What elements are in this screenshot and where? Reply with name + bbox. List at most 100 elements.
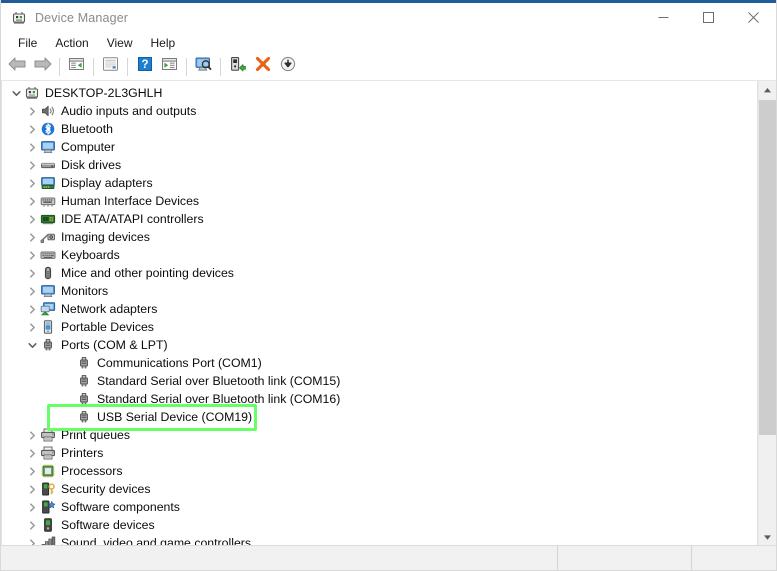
chevron-placeholder	[60, 408, 76, 426]
speaker-icon	[40, 103, 56, 119]
forward-arrow-icon	[33, 56, 52, 77]
tree-item-disk-drives[interactable]: Disk drives	[2, 156, 757, 174]
chevron-right-icon[interactable]	[24, 462, 40, 480]
menu-view[interactable]: View	[98, 34, 142, 52]
chevron-right-icon[interactable]	[24, 282, 40, 300]
vertical-scrollbar[interactable]	[758, 81, 776, 545]
tree-item-monitors[interactable]: Monitors	[2, 282, 757, 300]
chevron-right-icon[interactable]	[24, 444, 40, 462]
chevron-right-icon[interactable]	[24, 300, 40, 318]
tree-item-software-devices[interactable]: Software devices	[2, 516, 757, 534]
show-action-pane-button[interactable]	[157, 55, 182, 78]
bluetooth-icon	[40, 121, 56, 137]
tree-item-label: Printers	[61, 446, 104, 460]
tree-item-label: Computer	[61, 140, 115, 154]
menu-action[interactable]: Action	[46, 34, 97, 52]
tree-item-audio-inputs-and-outputs[interactable]: Audio inputs and outputs	[2, 102, 757, 120]
device-manager-window: Device Manager File Action View Help ? D…	[0, 0, 777, 571]
device-tree-pane[interactable]: DESKTOP-2L3GHLH Audio inputs and outputs B…	[1, 81, 758, 545]
tree-item-print-queues[interactable]: Print queues	[2, 426, 757, 444]
scroll-up-button[interactable]	[759, 81, 776, 98]
tree-item-keyboards[interactable]: Keyboards	[2, 246, 757, 264]
tree-item-usb-serial-device-com19[interactable]: USB Serial Device (COM19)	[2, 408, 757, 426]
port-icon	[76, 391, 92, 407]
chevron-right-icon[interactable]	[24, 192, 40, 210]
chevron-right-icon[interactable]	[24, 102, 40, 120]
chevron-right-icon[interactable]	[24, 246, 40, 264]
security-device-icon	[40, 481, 56, 497]
status-bar	[1, 545, 776, 570]
toolbar: ?	[1, 53, 776, 81]
uninstall-device-button[interactable]	[250, 55, 275, 78]
chevron-right-icon[interactable]	[24, 498, 40, 516]
tree-item-ide-ata-atapi-controllers[interactable]: IDE ATA/ATAPI controllers	[2, 210, 757, 228]
tree-item-sound-video-and-game-controllers[interactable]: Sound, video and game controllers	[2, 534, 757, 545]
menu-file[interactable]: File	[9, 34, 46, 52]
tree-item-software-components[interactable]: Software components	[2, 498, 757, 516]
chevron-right-icon[interactable]	[24, 210, 40, 228]
tree-item-communications-port-com1[interactable]: Communications Port (COM1)	[2, 354, 757, 372]
chevron-right-icon[interactable]	[24, 426, 40, 444]
minimize-button[interactable]	[641, 3, 686, 32]
chevron-right-icon[interactable]	[24, 480, 40, 498]
chevron-right-icon[interactable]	[24, 138, 40, 156]
tree-item-label: Standard Serial over Bluetooth link (COM…	[97, 392, 341, 406]
scan-hardware-changes-button[interactable]	[191, 55, 216, 78]
scrollbar-thumb[interactable]	[759, 100, 776, 436]
tree-item-label: Display adapters	[61, 176, 153, 190]
scroll-down-button[interactable]	[759, 528, 776, 545]
tree-item-network-adapters[interactable]: Network adapters	[2, 300, 757, 318]
window-title: Device Manager	[35, 10, 129, 25]
chevron-right-icon[interactable]	[24, 174, 40, 192]
maximize-button[interactable]	[686, 3, 731, 32]
chevron-down-icon[interactable]	[8, 84, 24, 102]
tree-item-processors[interactable]: Processors	[2, 462, 757, 480]
tree-item-bluetooth[interactable]: Bluetooth	[2, 120, 757, 138]
tree-item-mice-and-other-pointing-devices[interactable]: Mice and other pointing devices	[2, 264, 757, 282]
tree-item-security-devices[interactable]: Security devices	[2, 480, 757, 498]
menu-help[interactable]: Help	[142, 34, 185, 52]
disable-device-button[interactable]	[275, 55, 300, 78]
close-button[interactable]	[731, 3, 776, 32]
chevron-right-icon[interactable]	[24, 318, 40, 336]
tree-item-imaging-devices[interactable]: Imaging devices	[2, 228, 757, 246]
scrollbar-track[interactable]	[759, 98, 776, 528]
forward-button[interactable]	[30, 55, 55, 78]
tree-item-label: Monitors	[61, 284, 109, 298]
chevron-right-icon[interactable]	[24, 516, 40, 534]
ide-controller-icon	[40, 211, 56, 227]
tree-item-label: Bluetooth	[61, 122, 113, 136]
tree-item-standard-serial-over-bluetooth-link-com15[interactable]: Standard Serial over Bluetooth link (COM…	[2, 372, 757, 390]
help-icon: ?	[137, 56, 153, 77]
software-component-icon	[40, 499, 56, 515]
tree-item-printers[interactable]: Printers	[2, 444, 757, 462]
printer-icon	[40, 445, 56, 461]
tree-item-ports-com-lpt[interactable]: Ports (COM & LPT)	[2, 336, 757, 354]
help-button[interactable]: ?	[132, 55, 157, 78]
tree-item-portable-devices[interactable]: Portable Devices	[2, 318, 757, 336]
show-console-tree-button[interactable]	[64, 55, 89, 78]
tree-item-standard-serial-over-bluetooth-link-com16[interactable]: Standard Serial over Bluetooth link (COM…	[2, 390, 757, 408]
update-driver-button[interactable]	[225, 55, 250, 78]
chevron-right-icon[interactable]	[24, 534, 40, 545]
tree-item-human-interface-devices[interactable]: Human Interface Devices	[2, 192, 757, 210]
chevron-right-icon[interactable]	[24, 120, 40, 138]
chevron-down-icon[interactable]	[24, 336, 40, 354]
chevron-right-icon[interactable]	[24, 264, 40, 282]
chevron-placeholder	[60, 390, 76, 408]
chevron-right-icon[interactable]	[24, 228, 40, 246]
tree-item-computer[interactable]: Computer	[2, 138, 757, 156]
toolbar-separator	[59, 57, 60, 76]
chevron-right-icon[interactable]	[24, 156, 40, 174]
properties-button[interactable]	[98, 55, 123, 78]
tree-item-label: Security devices	[61, 482, 151, 496]
tree-root-node[interactable]: DESKTOP-2L3GHLH	[2, 84, 757, 102]
tree-item-label: DESKTOP-2L3GHLH	[45, 86, 163, 100]
back-button[interactable]	[5, 55, 30, 78]
tree-item-display-adapters[interactable]: Display adapters	[2, 174, 757, 192]
status-cell-secondary	[558, 546, 692, 570]
tree-item-label: USB Serial Device (COM19)	[97, 410, 253, 424]
chevron-placeholder	[60, 354, 76, 372]
device-manager-icon	[11, 10, 27, 26]
monitor-icon	[40, 139, 56, 155]
